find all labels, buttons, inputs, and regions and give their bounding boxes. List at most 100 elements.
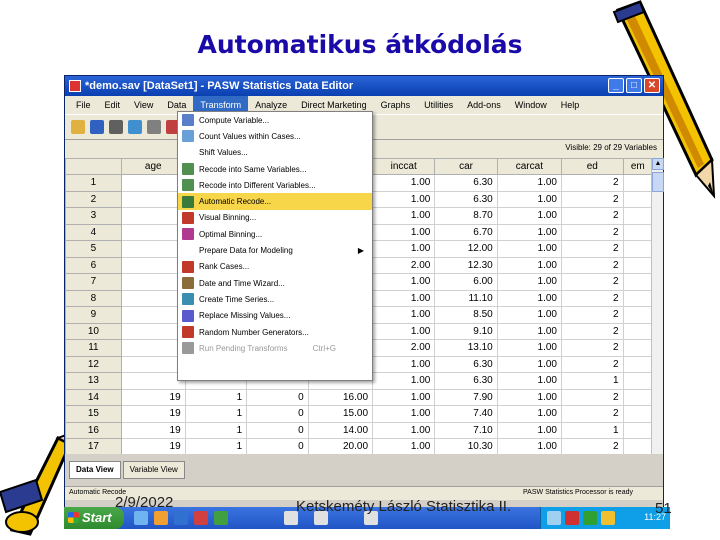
table-cell[interactable]: 2	[561, 306, 624, 324]
column-header[interactable]: age	[120, 158, 186, 175]
table-cell[interactable]: 1.00	[372, 405, 436, 423]
table-cell[interactable]: 11.10	[434, 289, 498, 307]
table-cell[interactable]: 1.00	[496, 256, 563, 274]
table-cell[interactable]: 2	[561, 355, 624, 373]
menu-edit[interactable]: Edit	[98, 96, 128, 114]
quicklaunch-icon[interactable]	[194, 511, 208, 525]
column-header[interactable]: ed	[561, 158, 624, 175]
row-number[interactable]: 3	[65, 207, 122, 225]
minimize-button[interactable]: _	[608, 78, 624, 93]
menu-item[interactable]: Shift Values...	[178, 145, 372, 161]
table-cell[interactable]	[622, 207, 653, 225]
table-cell[interactable]: 1.00	[372, 306, 436, 324]
table-cell[interactable]: 1.00	[496, 289, 563, 307]
table-cell[interactable]: 1.00	[496, 372, 563, 390]
table-cell[interactable]: 1	[184, 421, 248, 439]
table-cell[interactable]: 6.30	[434, 372, 498, 390]
undo-icon[interactable]	[147, 120, 161, 134]
table-cell[interactable]: 2	[561, 388, 624, 406]
table-cell[interactable]: 10.30	[434, 438, 498, 454]
menu-item[interactable]: Count Values within Cases...	[178, 128, 372, 144]
table-cell[interactable]: 14.00	[307, 421, 374, 439]
table-cell[interactable]: 2	[561, 322, 624, 340]
print-icon[interactable]	[109, 120, 123, 134]
table-cell[interactable]	[622, 421, 653, 439]
table-cell[interactable]: 0	[246, 438, 309, 454]
table-cell[interactable]: 8.50	[434, 306, 498, 324]
row-number[interactable]: 8	[65, 289, 122, 307]
row-number[interactable]: 16	[65, 421, 122, 439]
table-row[interactable]: 17 19 1 0 20.00 1.00 10.30 1.00 2	[65, 438, 653, 454]
row-number[interactable]: 4	[65, 223, 122, 241]
menu-view[interactable]: View	[127, 96, 160, 114]
column-header[interactable]: car	[434, 158, 498, 175]
table-cell[interactable]: 1	[184, 405, 248, 423]
menu-item[interactable]: Recode into Same Variables...	[178, 161, 372, 177]
menu-graphs[interactable]: Graphs	[374, 96, 418, 114]
table-cell[interactable]	[622, 273, 653, 291]
menu-window[interactable]: Window	[508, 96, 554, 114]
row-number[interactable]: 13	[65, 372, 122, 390]
column-header[interactable]: inccat	[372, 158, 436, 175]
table-cell[interactable]: 1.00	[372, 355, 436, 373]
table-cell[interactable]: 1.00	[372, 388, 436, 406]
tray-icon[interactable]	[547, 511, 561, 525]
table-cell[interactable]: 2	[561, 174, 624, 192]
table-cell[interactable]	[622, 355, 653, 373]
row-number[interactable]: 9	[65, 306, 122, 324]
table-cell[interactable]: 1.00	[496, 207, 563, 225]
table-cell[interactable]: 0	[246, 405, 309, 423]
table-cell[interactable]: 1.00	[496, 190, 563, 208]
table-cell[interactable]: 2	[561, 339, 624, 357]
table-cell[interactable]	[622, 240, 653, 258]
menu-item[interactable]: Automatic Recode...	[178, 193, 372, 210]
table-cell[interactable]: 1.00	[372, 273, 436, 291]
table-cell[interactable]: 1.00	[496, 438, 563, 454]
table-cell[interactable]: 1.00	[496, 223, 563, 241]
table-cell[interactable]: 1.00	[496, 322, 563, 340]
menu-add-ons[interactable]: Add-ons	[460, 96, 508, 114]
table-cell[interactable]: 6.00	[434, 273, 498, 291]
table-row[interactable]: 14 19 1 0 16.00 1.00 7.90 1.00 2	[65, 388, 653, 406]
open-icon[interactable]	[71, 120, 85, 134]
menu-item[interactable]: Optimal Binning...	[178, 226, 372, 242]
table-cell[interactable]	[120, 207, 186, 225]
table-cell[interactable]	[120, 372, 186, 390]
tray-icon[interactable]	[601, 511, 615, 525]
table-cell[interactable]: 2	[561, 438, 624, 454]
table-cell[interactable]: 1.00	[496, 306, 563, 324]
menu-file[interactable]: File	[69, 96, 98, 114]
menu-item[interactable]: Recode into Different Variables...	[178, 177, 372, 193]
table-cell[interactable]	[120, 174, 186, 192]
table-cell[interactable]: 12.30	[434, 256, 498, 274]
column-header[interactable]	[65, 158, 122, 175]
table-cell[interactable]: 12.00	[434, 240, 498, 258]
table-cell[interactable]	[622, 438, 653, 454]
menu-item[interactable]: Date and Time Wizard...	[178, 275, 372, 291]
table-cell[interactable]	[120, 273, 186, 291]
table-cell[interactable]: 1.00	[496, 174, 563, 192]
row-number[interactable]: 7	[65, 273, 122, 291]
table-cell[interactable]: 1.00	[496, 339, 563, 357]
table-cell[interactable]: 7.10	[434, 421, 498, 439]
table-cell[interactable]	[622, 339, 653, 357]
column-header[interactable]: em	[622, 158, 653, 175]
table-cell[interactable]: 1	[561, 421, 624, 439]
table-cell[interactable]	[120, 240, 186, 258]
table-cell[interactable]	[120, 306, 186, 324]
table-cell[interactable]	[622, 289, 653, 307]
menu-item[interactable]: Compute Variable...	[178, 112, 372, 128]
tray-icon[interactable]	[565, 511, 579, 525]
table-cell[interactable]: 6.30	[434, 190, 498, 208]
table-cell[interactable]: 1.00	[372, 190, 436, 208]
row-number[interactable]: 15	[65, 405, 122, 423]
table-cell[interactable]: 1.00	[496, 355, 563, 373]
window-titlebar[interactable]: *demo.sav [DataSet1] - PASW Statistics D…	[65, 76, 663, 96]
table-cell[interactable]	[622, 306, 653, 324]
row-number[interactable]: 14	[65, 388, 122, 406]
row-number[interactable]: 11	[65, 339, 122, 357]
table-cell[interactable]: 20.00	[307, 438, 374, 454]
table-row[interactable]: 16 19 1 0 14.00 1.00 7.10 1.00 1	[65, 421, 653, 439]
table-cell[interactable]	[622, 322, 653, 340]
table-cell[interactable]	[120, 256, 186, 274]
